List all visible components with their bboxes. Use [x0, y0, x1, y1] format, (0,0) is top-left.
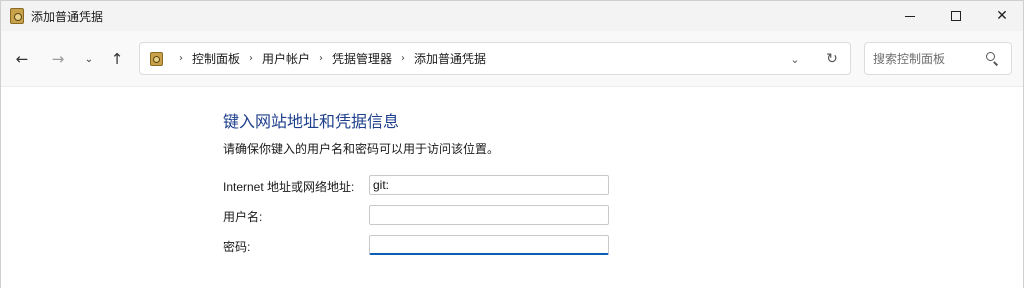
minimize-icon — [905, 15, 915, 17]
breadcrumb-user-accounts[interactable]: 用户帐户 — [262, 50, 310, 67]
chevron-right-icon[interactable]: › — [401, 53, 405, 64]
address-dropdown-button[interactable]: ⌄ — [786, 50, 804, 68]
password-field[interactable] — [369, 235, 609, 255]
app-window: 添加普通凭据 ✕ ← → ⌄ ↑ › 控制面板 › 用户帐户 › 凭据管理器 ›… — [0, 0, 1024, 288]
password-label: 密码: — [223, 240, 251, 254]
address-field[interactable] — [369, 175, 609, 195]
chevron-right-icon[interactable]: › — [179, 53, 183, 64]
up-button[interactable]: ↑ — [105, 48, 129, 70]
breadcrumb-control-panel[interactable]: 控制面板 — [192, 50, 240, 67]
breadcrumb-credential-manager[interactable]: 凭据管理器 — [332, 50, 392, 67]
credential-manager-icon — [10, 8, 24, 24]
close-icon: ✕ — [996, 8, 1008, 24]
chevron-down-icon: ⌄ — [84, 53, 94, 65]
minimize-button[interactable] — [887, 1, 933, 31]
address-label: Internet 地址或网络地址: — [223, 180, 355, 194]
search-icon[interactable] — [985, 51, 1001, 67]
recent-locations-button[interactable]: ⌄ — [77, 48, 101, 70]
close-button[interactable]: ✕ — [979, 1, 1024, 31]
navigation-bar: ← → ⌄ ↑ › 控制面板 › 用户帐户 › 凭据管理器 › 添加普通凭据 ⌄… — [1, 31, 1023, 87]
search-input[interactable] — [873, 49, 983, 69]
back-button[interactable]: ← — [10, 48, 34, 70]
breadcrumb: › 控制面板 › 用户帐户 › 凭据管理器 › 添加普通凭据 — [170, 43, 486, 74]
credential-form: 键入网站地址和凭据信息 请确保你键入的用户名和密码可以用于访问该位置。 Inte… — [1, 88, 1023, 288]
username-label: 用户名: — [223, 210, 263, 224]
page-title: 键入网站地址和凭据信息 — [223, 114, 400, 131]
arrow-left-icon: ← — [15, 50, 29, 68]
chevron-down-icon: ⌄ — [790, 52, 800, 66]
maximize-icon — [951, 11, 961, 21]
refresh-icon: ↻ — [826, 51, 838, 67]
search-box[interactable] — [864, 42, 1012, 75]
window-title: 添加普通凭据 — [31, 10, 104, 24]
control-panel-icon — [150, 52, 163, 66]
breadcrumb-add-generic-credential[interactable]: 添加普通凭据 — [414, 50, 486, 67]
chevron-right-icon[interactable]: › — [249, 53, 253, 64]
maximize-button[interactable] — [933, 1, 979, 31]
chevron-right-icon[interactable]: › — [319, 53, 323, 64]
refresh-button[interactable]: ↻ — [823, 50, 841, 68]
title-bar: 添加普通凭据 ✕ — [1, 1, 1023, 31]
arrow-up-icon: ↑ — [110, 50, 124, 68]
page-description: 请确保你键入的用户名和密码可以用于访问该位置。 — [223, 142, 500, 156]
arrow-right-icon: → — [51, 50, 65, 68]
username-field[interactable] — [369, 205, 609, 225]
forward-button[interactable]: → — [46, 48, 70, 70]
address-bar[interactable]: › 控制面板 › 用户帐户 › 凭据管理器 › 添加普通凭据 ⌄ ↻ — [139, 42, 851, 75]
